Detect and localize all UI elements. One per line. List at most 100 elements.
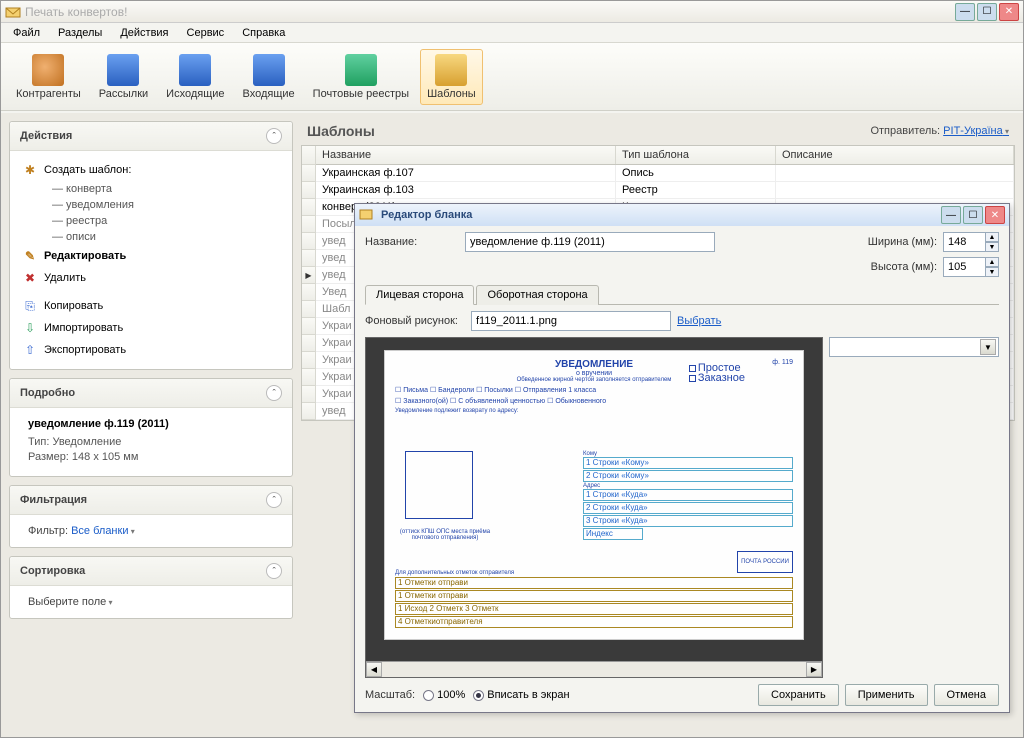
new-icon: ✱ [22, 162, 38, 178]
scale-100-radio[interactable]: 100% [423, 689, 465, 701]
scroll-left-icon[interactable]: ◀ [366, 662, 382, 677]
minimize-button[interactable]: — [955, 3, 975, 21]
spin-up-icon[interactable]: ▲ [985, 257, 999, 267]
height-spinner[interactable]: ▲ ▼ [943, 257, 999, 277]
table-row[interactable]: Украинская ф.103Реестр [316, 182, 1014, 199]
create-notification[interactable]: — уведомления [16, 197, 286, 213]
panel-details: Подробно ˆ уведомление ф.119 (2011) Тип:… [9, 378, 293, 477]
import-icon: ⇩ [22, 320, 38, 336]
collapse-icon[interactable]: ˆ [266, 563, 282, 579]
app-icon [5, 4, 21, 20]
content-header: Шаблоны Отправитель: РІТ-Україна [301, 121, 1015, 145]
menu-file[interactable]: Файл [5, 25, 48, 41]
registries-icon [345, 54, 377, 86]
toolbar-outgoing[interactable]: Исходящие [159, 49, 231, 105]
radio-icon [473, 690, 484, 701]
width-spinner[interactable]: ▲ ▼ [943, 232, 999, 252]
action-import[interactable]: ⇩ Импортировать [16, 317, 286, 339]
window-controls: — ☐ ✕ [955, 3, 1019, 21]
detail-type: Тип: Уведомление [28, 436, 274, 448]
editor-titlebar[interactable]: Редактор бланка — ☐ ✕ [355, 204, 1009, 226]
export-icon: ⇧ [22, 342, 38, 358]
preview-frame: ф. 119 Простое Заказное УВЕДОМЛЕНИЕ о вр… [365, 337, 823, 678]
apply-button[interactable]: Применить [845, 684, 928, 706]
bg-image-input[interactable] [471, 311, 671, 331]
form-preview[interactable]: ф. 119 Простое Заказное УВЕДОМЛЕНИЕ о вр… [384, 350, 804, 640]
col-name[interactable]: Название [316, 146, 616, 164]
editor-icon [359, 207, 375, 223]
filter-dropdown[interactable]: Все бланки [71, 525, 135, 537]
incoming-icon [253, 54, 285, 86]
cancel-button[interactable]: Отмена [934, 684, 999, 706]
table-row[interactable]: Украинская ф.107Опись [316, 165, 1014, 182]
element-dropdown[interactable]: ▼ [829, 337, 999, 357]
action-delete[interactable]: ✖ Удалить [16, 267, 286, 289]
editor-maximize-button[interactable]: ☐ [963, 206, 983, 224]
panel-sort: Сортировка ˆ Выберите поле [9, 556, 293, 619]
detail-name: уведомление ф.119 (2011) [28, 418, 274, 430]
templates-icon [435, 54, 467, 86]
choose-bg-link[interactable]: Выбрать [677, 315, 721, 327]
panel-actions: Действия ˆ ✱ Создать шаблон: — конверта … [9, 121, 293, 370]
tab-front[interactable]: Лицевая сторона [365, 285, 474, 305]
delete-icon: ✖ [22, 270, 38, 286]
save-button[interactable]: Сохранить [758, 684, 839, 706]
spin-down-icon[interactable]: ▼ [985, 267, 999, 277]
toolbar-templates[interactable]: Шаблоны [420, 49, 483, 105]
side-tabs: Лицевая сторона Оборотная сторона [365, 284, 999, 305]
menu-help[interactable]: Справка [234, 25, 293, 41]
h-scrollbar[interactable]: ◀ ▶ [366, 661, 822, 677]
collapse-icon[interactable]: ˆ [266, 128, 282, 144]
collapse-icon[interactable]: ˆ [266, 492, 282, 508]
action-create[interactable]: ✱ Создать шаблон: [16, 159, 286, 181]
mailings-icon [107, 54, 139, 86]
menubar: Файл Разделы Действия Сервис Справка [1, 23, 1023, 43]
tab-back[interactable]: Оборотная сторона [476, 285, 598, 305]
close-button[interactable]: ✕ [999, 3, 1019, 21]
edit-icon: ✎ [22, 248, 38, 264]
toolbar-incoming[interactable]: Входящие [236, 49, 302, 105]
panel-sort-header: Сортировка ˆ [10, 557, 292, 586]
sender-dropdown[interactable]: РІТ-Україна [943, 125, 1009, 137]
contragents-icon [32, 54, 64, 86]
collapse-icon[interactable]: ˆ [266, 385, 282, 401]
maximize-button[interactable]: ☐ [977, 3, 997, 21]
col-desc[interactable]: Описание [776, 146, 1014, 164]
create-registry[interactable]: — реестра [16, 213, 286, 229]
sidebar: Действия ˆ ✱ Создать шаблон: — конверта … [9, 121, 293, 729]
toolbar-registries[interactable]: Почтовые реестры [306, 49, 416, 105]
create-envelope[interactable]: — конверта [16, 181, 286, 197]
action-copy[interactable]: ⎘ Копировать [16, 295, 286, 317]
action-edit[interactable]: ✎ Редактировать [16, 245, 286, 267]
editor-minimize-button[interactable]: — [941, 206, 961, 224]
spin-up-icon[interactable]: ▲ [985, 232, 999, 242]
panel-actions-header: Действия ˆ [10, 122, 292, 151]
spin-down-icon[interactable]: ▼ [985, 242, 999, 252]
sort-dropdown[interactable]: Выберите поле [28, 596, 113, 608]
panel-filter: Фильтрация ˆ Фильтр: Все бланки [9, 485, 293, 548]
action-export[interactable]: ⇧ Экспортировать [16, 339, 286, 361]
window-title: Печать конвертов! [25, 5, 955, 19]
scroll-right-icon[interactable]: ▶ [806, 662, 822, 677]
menu-service[interactable]: Сервис [179, 25, 233, 41]
chevron-down-icon[interactable]: ▼ [980, 339, 996, 355]
panel-details-header: Подробно ˆ [10, 379, 292, 408]
outgoing-icon [179, 54, 211, 86]
copy-icon: ⎘ [22, 298, 38, 314]
panel-filter-header: Фильтрация ˆ [10, 486, 292, 515]
editor-close-button[interactable]: ✕ [985, 206, 1005, 224]
create-inventory[interactable]: — описи [16, 229, 286, 245]
editor-dialog: Редактор бланка — ☐ ✕ Название: Ширина (… [354, 203, 1010, 713]
scale-fit-radio[interactable]: Вписать в экран [473, 689, 569, 701]
menu-actions[interactable]: Действия [112, 25, 176, 41]
toolbar-contragents[interactable]: Контрагенты [9, 49, 88, 105]
radio-icon [423, 690, 434, 701]
content-title: Шаблоны [307, 123, 375, 139]
template-name-input[interactable] [465, 232, 715, 252]
detail-size: Размер: 148 x 105 мм [28, 451, 274, 463]
stamp-box [405, 451, 473, 519]
toolbar-mailings[interactable]: Рассылки [92, 49, 155, 105]
col-type[interactable]: Тип шаблона [616, 146, 776, 164]
toolbar: Контрагенты Рассылки Исходящие Входящие … [1, 43, 1023, 111]
menu-sections[interactable]: Разделы [50, 25, 110, 41]
